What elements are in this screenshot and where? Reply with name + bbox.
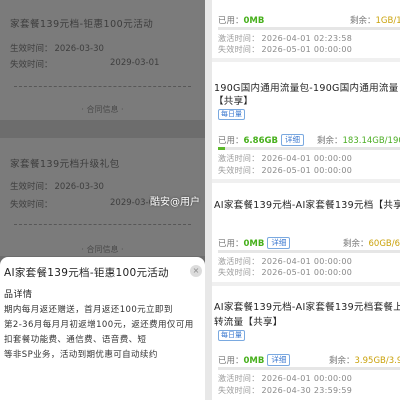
sheet-subtitle: 品详情 <box>4 290 33 300</box>
usage-progress-bar <box>218 367 400 370</box>
watermark: 酷安@用户 <box>150 197 200 208</box>
used-row: 已用：0MB 详细 <box>218 237 291 249</box>
effective-date: 2026-03-30 <box>54 44 104 54</box>
right-data-panel: 已用：0MB 剩余：1GB/1GB 激活时间：2026-04-01 02:23:… <box>205 0 400 400</box>
used-row: 已用：0MB <box>218 16 265 26</box>
effective-date: 2026-03-30 <box>54 182 104 192</box>
used-value: 0MB <box>243 356 265 366</box>
expire-date: 2029-03-01 <box>110 58 160 68</box>
close-icon[interactable]: × <box>190 265 202 277</box>
package-card[interactable]: 家套餐139元档-钜惠100元活动 生效时间： 2026-03-30 失效时间： … <box>0 0 205 120</box>
used-row: 已用：0MB 详细 <box>218 354 291 366</box>
remain-value: 60GB/60 <box>368 239 400 249</box>
expire-label: 失效时间： <box>10 60 53 70</box>
remain-row: 剩余：60GB/60 <box>343 237 400 249</box>
separator <box>212 58 400 62</box>
sheet-body: 期内每月返还赠送，首月返还100元立即到 第2-36月每月月初返增100元，返还… <box>4 303 202 363</box>
expire-row: 失效时间： 2029-03-01 <box>10 58 200 70</box>
remain-value: 3.95GB/3.95 <box>354 356 400 366</box>
package-detail-sheet: AI家套餐139元档-钜惠100元活动 × 品详情 期内每月返还赠送，首月返还1… <box>0 257 205 400</box>
separator <box>212 282 400 286</box>
activate-row: 激活时间： 2026-04-01 00:00:00 <box>218 374 353 383</box>
used-row: 已用：6.86GB 详细 <box>218 134 304 146</box>
detail-button[interactable]: 详细 <box>267 354 291 366</box>
panel-edge <box>205 0 212 400</box>
body-line: 期内每月返还赠送，首月返还100元立即到 <box>4 305 173 315</box>
body-line: 扣套餐功能费、通信费、语音费、短 <box>4 335 147 345</box>
usage-progress-bar <box>218 147 400 150</box>
detail-button[interactable]: 详细 <box>267 237 291 249</box>
expire-label: 失效时间： <box>10 200 53 210</box>
package-title: AI家套餐139元档-AI家套餐139元档【共享】 <box>214 200 400 211</box>
used-value: 0MB <box>243 239 265 249</box>
package-title-cont: 【共享】 <box>214 96 254 107</box>
package-title: 190G国内通用流量包-190G国内通用流量 <box>214 83 399 94</box>
divider <box>14 224 191 225</box>
divider <box>14 86 191 87</box>
expire-row: 失效时间： 2026-04-30 23:59:59 <box>218 386 353 395</box>
remain-row: 剩余：3.95GB/3.95 <box>329 354 400 366</box>
used-value: 6.86GB <box>243 136 278 146</box>
package-title: 家套餐139元档升级礼包 <box>10 159 120 170</box>
effective-row: 生效时间： 2026-03-30 <box>10 42 104 54</box>
remain-row: 剩余：1GB/1GB <box>350 14 400 26</box>
body-line: 第2-36月每月月初返增100元，返还费用仅可用 <box>4 320 194 330</box>
effective-label: 生效时间： <box>10 44 53 54</box>
package-title: AI家套餐139元档-AI家套餐139元档套餐上月结 <box>214 302 400 313</box>
separator <box>212 179 400 183</box>
expire-row: 失效时间： 2026-05-01 00:00:00 <box>218 166 353 175</box>
sheet-title: AI家套餐139元档-钜惠100元活动 <box>4 267 169 279</box>
contract-info-link[interactable]: · 合同信息 · <box>0 244 205 255</box>
activate-row: 激活时间： 2026-04-01 00:00:00 <box>218 257 353 266</box>
usage-progress-bar <box>218 27 400 30</box>
package-title: 家套餐139元档-钜惠100元活动 <box>10 19 154 30</box>
effective-row: 生效时间： 2026-03-30 <box>10 180 104 192</box>
activate-row: 激活时间： 2026-04-01 00:00:00 <box>218 154 353 163</box>
remain-value: 1GB/1GB <box>375 16 400 26</box>
package-badge: 每日量 <box>218 109 245 120</box>
detail-button[interactable]: 详细 <box>280 134 304 146</box>
usage-progress-bar <box>218 250 400 253</box>
effective-label: 生效时间： <box>10 182 53 192</box>
body-line: 等非SP业务，活动到期优惠可自动续约 <box>4 350 158 360</box>
expire-row: 失效时间： 2026-05-01 00:00:00 <box>218 268 353 277</box>
used-value: 0MB <box>243 16 265 26</box>
activate-row: 激活时间： 2026-04-01 02:23:58 <box>218 34 353 43</box>
contract-info-link[interactable]: · 合同信息 · <box>0 104 205 115</box>
remain-value: 183.14GB/190 <box>342 136 400 146</box>
remain-row: 剩余：183.14GB/190 <box>317 134 400 146</box>
expire-row: 失效时间： 2026-05-01 00:00:00 <box>218 45 353 54</box>
package-badge: 每日量 <box>218 330 245 341</box>
package-title-cont: 转流量【共享】 <box>214 317 283 328</box>
